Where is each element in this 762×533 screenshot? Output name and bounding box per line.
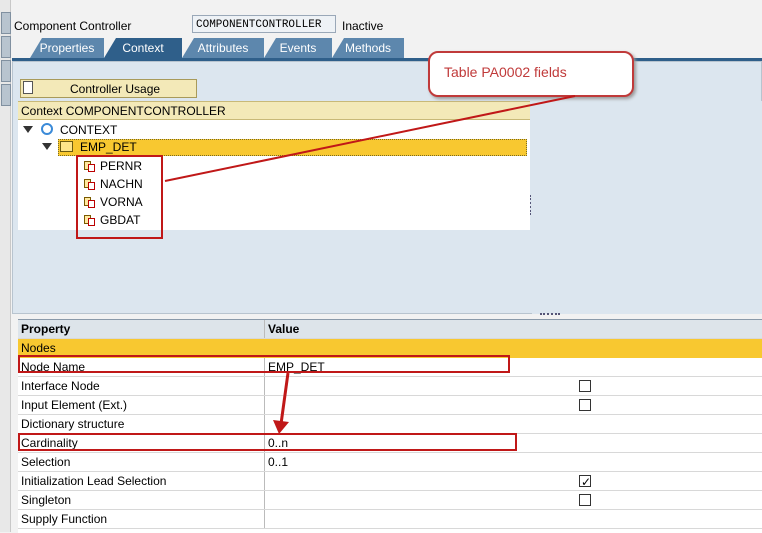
left-strip-marker xyxy=(1,60,11,82)
controller-usage-label: Controller Usage xyxy=(70,82,161,96)
tab-events[interactable]: Events xyxy=(264,38,332,58)
table-header-row: Property Value xyxy=(18,320,762,339)
context-tree-header: Context COMPONENTCONTROLLER xyxy=(18,101,530,120)
tab-properties[interactable]: Properties xyxy=(30,38,104,58)
tab-context[interactable]: Context xyxy=(104,38,182,58)
property-name: Input Element (Ext.) xyxy=(18,396,265,414)
table-row: Initialization Lead Selection xyxy=(18,472,762,491)
horizontal-splitter[interactable] xyxy=(540,313,560,318)
property-value xyxy=(265,377,762,395)
left-strip-marker xyxy=(1,12,11,34)
node-icon xyxy=(60,141,73,152)
table-row: Input Element (Ext.) xyxy=(18,396,762,415)
property-table: Property Value Nodes Node Name EMP_DET I… xyxy=(18,319,762,533)
annotation-callout-text: Table PA0002 fields xyxy=(444,64,567,80)
tab-methods[interactable]: Methods xyxy=(332,38,404,58)
property-name: Interface Node xyxy=(18,377,265,395)
table-row: Selection 0..1 xyxy=(18,453,762,472)
tree-root-context[interactable]: CONTEXT xyxy=(60,123,117,137)
collapse-triangle-icon[interactable] xyxy=(42,143,52,150)
controller-name-field[interactable]: COMPONENTCONTROLLER xyxy=(192,15,336,33)
property-value xyxy=(265,491,762,509)
context-root-icon xyxy=(41,123,53,135)
component-controller-label: Component Controller xyxy=(14,19,132,33)
property-value xyxy=(265,396,762,414)
mapping-panel xyxy=(532,101,762,314)
tab-attributes[interactable]: Attributes xyxy=(182,38,264,58)
table-row: Interface Node xyxy=(18,377,762,396)
singleton-checkbox[interactable] xyxy=(579,494,591,506)
property-value xyxy=(265,472,762,491)
selection-value[interactable]: 0..1 xyxy=(265,453,762,471)
collapse-triangle-icon[interactable] xyxy=(23,126,33,133)
document-icon xyxy=(23,81,33,94)
table-row: Supply Function xyxy=(18,510,762,529)
property-name: Selection xyxy=(18,453,265,471)
status-text: Inactive xyxy=(342,19,384,33)
table-row: Singleton xyxy=(18,491,762,510)
left-strip-marker xyxy=(1,84,11,106)
supply-function-value[interactable] xyxy=(265,510,762,528)
left-strip-marker xyxy=(1,36,11,58)
property-name: Dictionary structure xyxy=(18,415,265,433)
column-header-property: Property xyxy=(18,320,265,338)
interface-node-checkbox[interactable] xyxy=(579,380,591,392)
input-element-checkbox[interactable] xyxy=(579,399,591,411)
annotation-box-cardinality xyxy=(18,433,517,451)
property-name: Singleton xyxy=(18,491,265,509)
init-lead-selection-checkbox[interactable] xyxy=(579,473,591,491)
property-name: Supply Function xyxy=(18,510,265,528)
dictionary-structure-value[interactable] xyxy=(265,415,762,433)
property-name: Initialization Lead Selection xyxy=(18,472,265,490)
table-row: Dictionary structure xyxy=(18,415,762,434)
annotation-box-attributes xyxy=(76,155,163,239)
annotation-box-node-name xyxy=(18,355,510,373)
left-edge-strip xyxy=(0,0,11,532)
column-header-value: Value xyxy=(268,322,300,336)
node-label: EMP_DET xyxy=(80,140,137,154)
